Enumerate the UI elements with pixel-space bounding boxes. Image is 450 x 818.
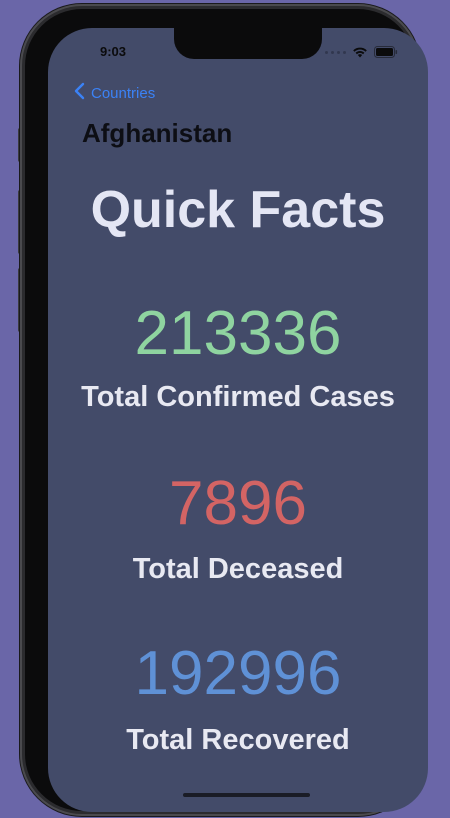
deceased-label: Total Deceased: [132, 553, 344, 585]
back-button-label: Countries: [91, 84, 156, 102]
page-title: Afghanistan: [82, 118, 233, 148]
confirmed-cases-value: 213336: [134, 299, 342, 368]
recovered-label: Total Recovered: [126, 724, 350, 756]
recovered-value: 192996: [134, 639, 342, 708]
quick-facts-heading: Quick Facts: [90, 181, 386, 239]
battery-icon: [374, 46, 398, 58]
phone-bezel: 9:03 Countries Afghanistan Quick Facts 2…: [25, 9, 428, 812]
status-time: 9:03: [100, 44, 127, 59]
home-indicator[interactable]: [183, 793, 310, 797]
simulator-background: 9:03 Countries Afghanistan Quick Facts 2…: [0, 0, 450, 818]
confirmed-cases-label: Total Confirmed Cases: [81, 381, 395, 413]
phone-frame: 9:03 Countries Afghanistan Quick Facts 2…: [20, 4, 428, 816]
phone-screen: 9:03 Countries Afghanistan Quick Facts 2…: [48, 28, 428, 812]
chevron-left-icon: [74, 82, 85, 104]
cellular-dots-icon: [325, 50, 346, 54]
deceased-value: 7896: [169, 469, 307, 538]
wifi-icon: [352, 46, 368, 58]
back-button[interactable]: Countries: [74, 82, 155, 104]
notch: [174, 28, 322, 59]
status-icons: [325, 46, 398, 58]
